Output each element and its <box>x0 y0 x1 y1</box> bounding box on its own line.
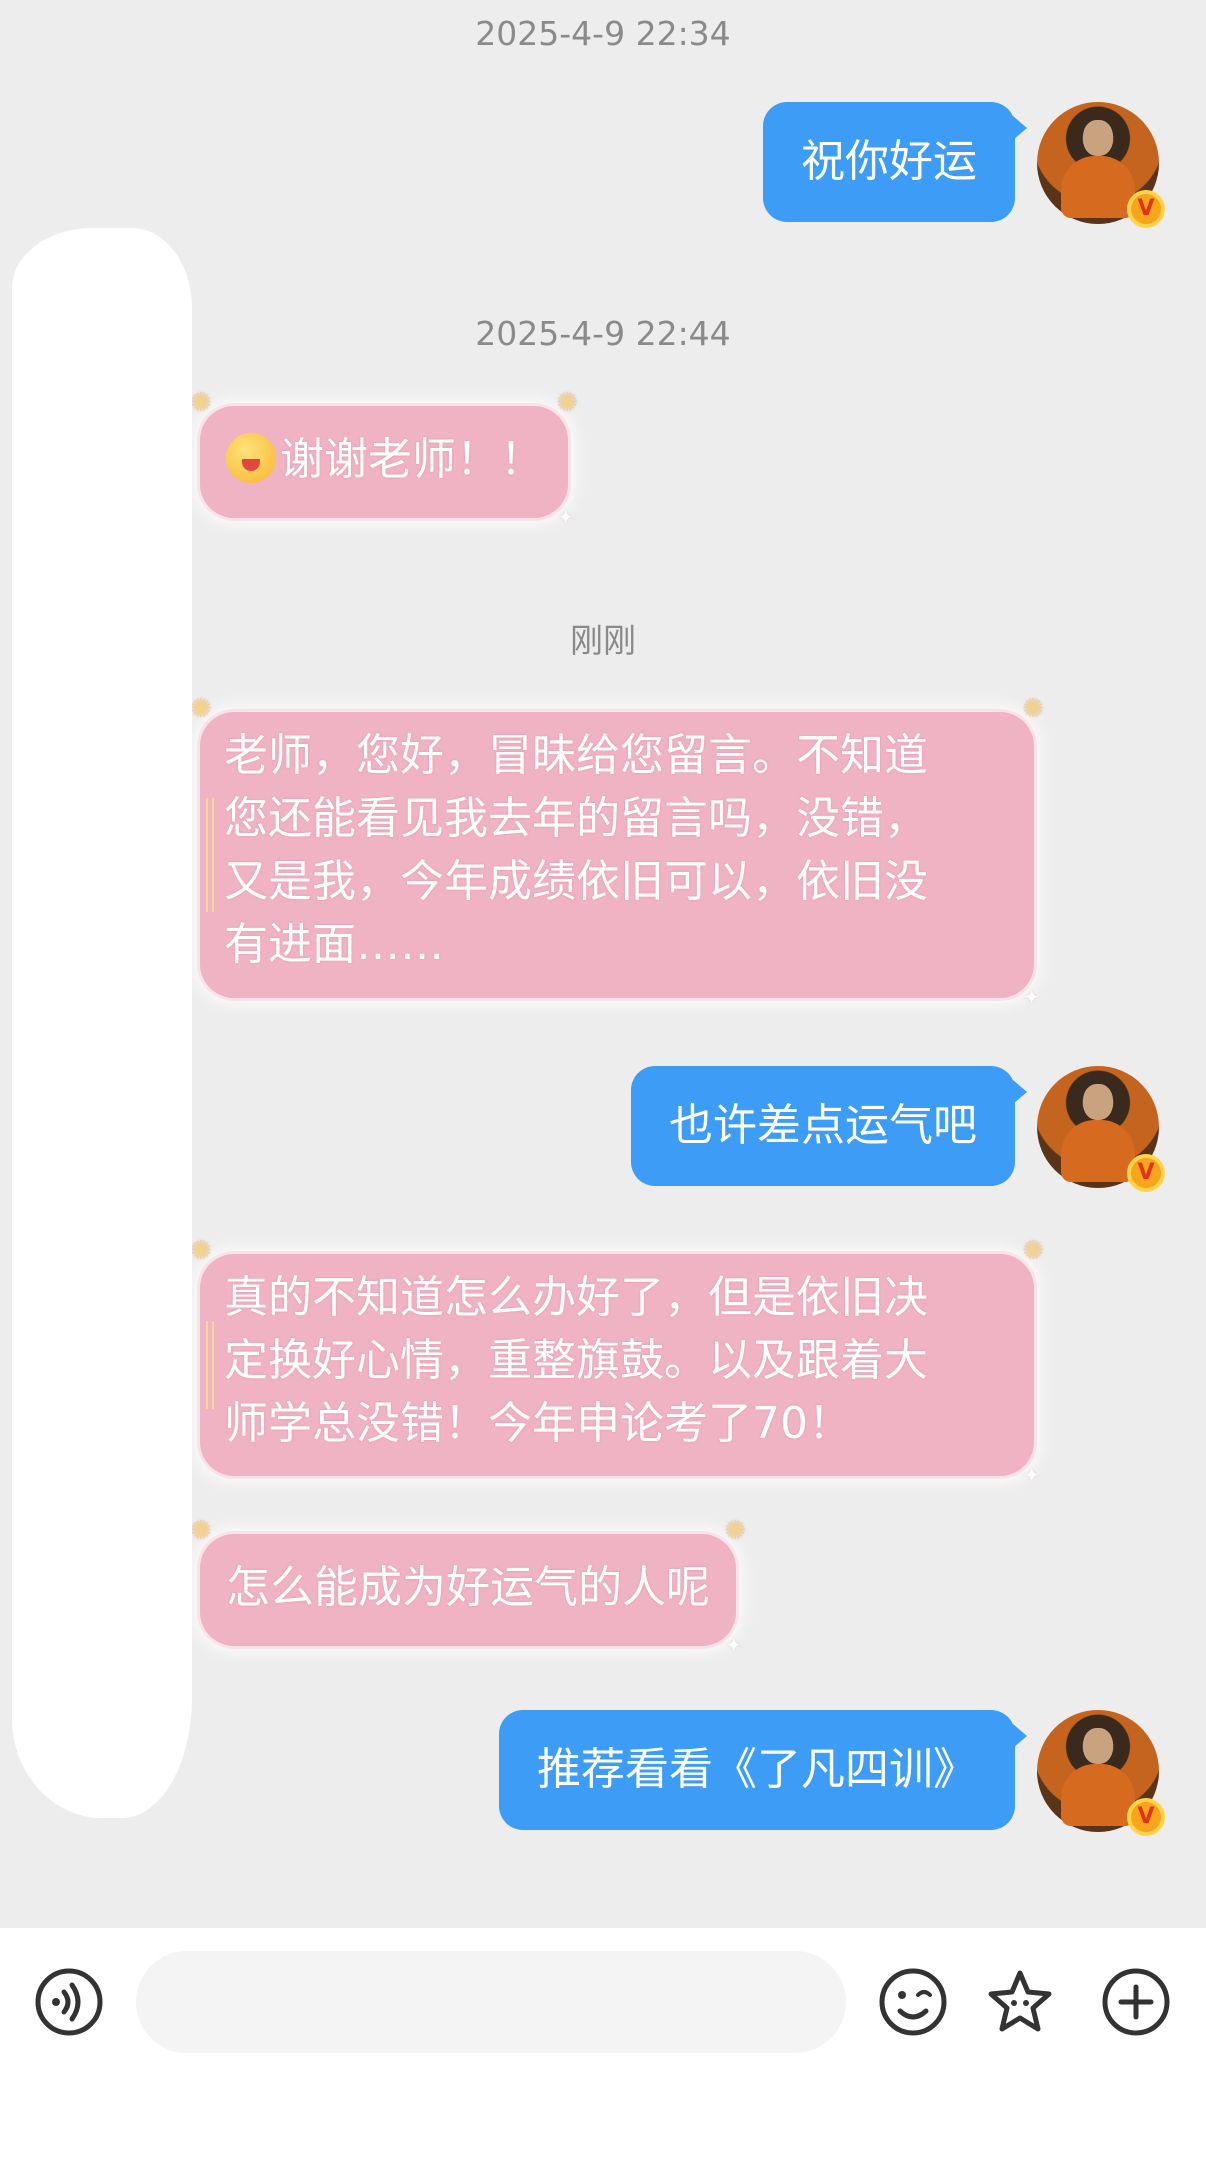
sparkle-icon: ✦ <box>1023 1463 1040 1487</box>
message-line: 定换好心情，重整旗鼓。以及跟着大 <box>224 1335 928 1386</box>
sparkle-icon: ✺ <box>190 694 212 724</box>
sparkle-icon: ✺ <box>556 388 578 418</box>
outgoing-message-bubble[interactable]: 推荐看看《了凡四训》 <box>499 1710 1027 1830</box>
message-text: 也许差点运气吧 <box>669 1100 977 1151</box>
avatar-face <box>1083 1084 1113 1120</box>
sparkle-icon: ✺ <box>190 1516 212 1546</box>
message-input[interactable] <box>136 1951 846 2053</box>
incoming-message-bubble[interactable]: ✺ ✺ ✦ 真的不知道怎么办好了，但是依旧决 定换好心情，重整旗鼓。以及跟着大 … <box>190 1238 1044 1487</box>
plus-circle-icon[interactable] <box>1101 1967 1171 2037</box>
avatar-robe <box>1061 1764 1135 1826</box>
sparkle-icon: ✺ <box>1022 694 1044 724</box>
sparkle-icon: ✺ <box>190 388 212 418</box>
message-text: 谢谢老师！！ <box>280 434 544 485</box>
outgoing-message-bubble[interactable]: 也许差点运气吧 <box>631 1066 1027 1186</box>
verified-badge-icon: V <box>1127 1154 1165 1192</box>
message-text: 推荐看看《了凡四训》 <box>537 1744 977 1795</box>
redaction-mask <box>12 228 192 1818</box>
message-text: 怎么能成为好运气的人呢 <box>226 1562 710 1613</box>
timestamp: 2025-4-9 22:34 <box>475 14 731 53</box>
message-line: 真的不知道怎么办好了，但是依旧决 <box>224 1272 928 1323</box>
chat-area[interactable]: 2025-4-9 22:34 祝你好运 V 2025-4-9 22:44 ✺ ✺… <box>0 0 1206 1928</box>
sparkle-icon: ✺ <box>190 1236 212 1266</box>
incoming-message-bubble[interactable]: ✺ ✺ ✦ 老师，您好，冒昧给您留言。不知道 您还能看见我去年的留言吗，没错， … <box>190 696 1044 1009</box>
verified-badge-icon: V <box>1127 190 1165 228</box>
sparkle-icon: ✦ <box>1023 985 1040 1009</box>
bubble-decoration <box>206 1320 214 1410</box>
redaction-mask <box>140 1040 180 1120</box>
avatar-robe <box>1061 1120 1135 1182</box>
sparkle-icon: ✺ <box>1022 1236 1044 1266</box>
avatar[interactable]: V <box>1037 1066 1165 1192</box>
sparkle-icon: ✺ <box>724 1516 746 1546</box>
incoming-message-bubble[interactable]: ✺ ✺ ✦ 怎么能成为好运气的人呢 <box>190 1518 746 1657</box>
avatar-face <box>1083 120 1113 156</box>
message-line: 师学总没错！今年申论考了70！ <box>224 1398 852 1449</box>
message-text: 祝你好运 <box>801 136 977 187</box>
star-sticker-icon[interactable] <box>985 1967 1055 2037</box>
avatar-face <box>1083 1728 1113 1764</box>
message-line: 您还能看见我去年的留言吗，没错， <box>224 793 928 844</box>
message-line: 又是我，今年成绩依旧可以，依旧没 <box>224 856 928 907</box>
message-line: 有进面…… <box>224 919 444 970</box>
bubble-decoration <box>206 797 214 913</box>
smiley-icon[interactable] <box>878 1967 948 2037</box>
avatar-robe <box>1061 156 1135 218</box>
outgoing-message-bubble[interactable]: 祝你好运 <box>763 102 1027 222</box>
avatar[interactable]: V <box>1037 102 1165 228</box>
sparkle-icon: ✦ <box>725 1633 742 1657</box>
voice-wave-icon[interactable] <box>34 1967 104 2037</box>
incoming-message-bubble[interactable]: ✺ ✺ ✦ 谢谢老师！！ <box>190 390 578 529</box>
verified-badge-icon: V <box>1127 1798 1165 1836</box>
sparkle-icon: ✦ <box>557 505 574 529</box>
avatar[interactable]: V <box>1037 1710 1165 1836</box>
face-with-flower-emoji-icon <box>226 433 276 483</box>
message-line: 老师，您好，冒昧给您留言。不知道 <box>224 730 928 781</box>
